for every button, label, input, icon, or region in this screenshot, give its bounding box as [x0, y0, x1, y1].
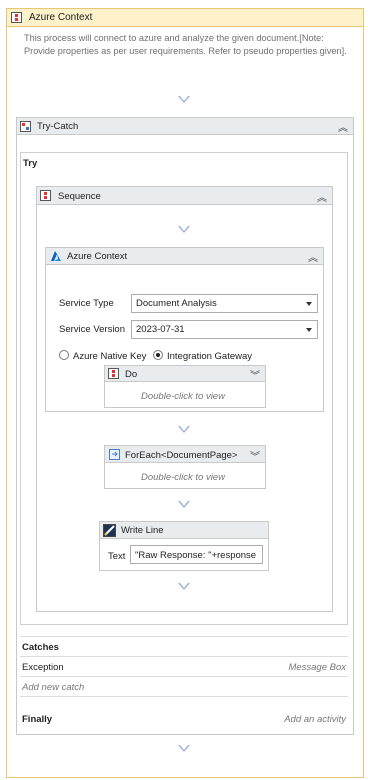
foreach-hint: Double-click to view [141, 472, 225, 483]
azure-icon [51, 251, 61, 261]
collapse-icon[interactable]: ︽ [317, 189, 327, 204]
radio-azure-native-key[interactable] [59, 350, 69, 360]
azure-context-header[interactable]: Azure Context [6, 8, 364, 27]
do-title: Do [125, 369, 138, 380]
foreach-icon [109, 449, 120, 460]
collapse-icon[interactable]: ︽ [308, 249, 318, 264]
service-version-select[interactable]: 2023-07-31 [131, 320, 318, 339]
do-header[interactable]: Do ︾ [104, 365, 266, 382]
radio-integration-gateway[interactable] [153, 350, 163, 360]
try-catch-title: Try-Catch [37, 121, 79, 132]
divider [20, 676, 348, 677]
exception-type: Exception [22, 662, 64, 673]
azure-context-inner-header[interactable]: Azure Context ︽ [45, 247, 324, 265]
try-label: Try [23, 158, 38, 169]
radio-integration-gateway-label: Integration Gateway [167, 351, 253, 362]
write-line-title: Write Line [121, 525, 164, 536]
add-an-activity[interactable]: Add an activity [284, 714, 346, 725]
divider [20, 696, 348, 697]
sequence-title: Sequence [58, 191, 101, 202]
add-new-catch[interactable]: Add new catch [22, 682, 84, 693]
try-catch-icon [20, 121, 31, 132]
service-type-value: Document Analysis [136, 298, 217, 309]
activity-description: This process will connect to azure and a… [24, 33, 347, 56]
sequence-icon [108, 368, 119, 379]
sequence-header[interactable]: Sequence ︽ [36, 186, 333, 205]
write-line-text-value: "Raw Response: "+response [135, 550, 257, 561]
dropdown-arrow-icon [306, 328, 312, 332]
service-type-select[interactable]: Document Analysis [131, 294, 318, 313]
write-line-text-input[interactable]: "Raw Response: "+response [130, 545, 263, 564]
try-catch-header[interactable]: Try-Catch ︽ [16, 117, 354, 135]
dropdown-arrow-icon [306, 302, 312, 306]
write-line-header[interactable]: Write Line [99, 521, 269, 539]
foreach-title: ForEach<DocumentPage> [125, 450, 238, 461]
foreach-header[interactable]: ForEach<DocumentPage> ︾ [104, 445, 266, 463]
exception-action: Message Box [288, 662, 346, 673]
finally-label: Finally [22, 714, 53, 725]
service-type-label: Service Type [59, 298, 114, 309]
exception-row[interactable]: Exception Message Box [20, 657, 348, 676]
write-line-text-label: Text [108, 551, 126, 562]
expand-icon[interactable]: ︾ [250, 448, 260, 463]
catches-label: Catches [22, 642, 59, 653]
service-version-label: Service Version [59, 324, 126, 335]
divider [20, 636, 348, 637]
service-version-value: 2023-07-31 [136, 324, 185, 335]
write-line-icon [103, 524, 116, 537]
do-hint: Double-click to view [141, 391, 225, 402]
expand-icon[interactable]: ︾ [250, 367, 260, 382]
collapse-icon[interactable]: ︽ [338, 119, 348, 134]
sequence-icon [11, 12, 22, 23]
azure-context-title: Azure Context [29, 12, 93, 23]
radio-azure-native-key-label: Azure Native Key [73, 351, 147, 362]
azure-context-inner-title: Azure Context [67, 251, 128, 262]
sequence-icon [40, 190, 51, 201]
